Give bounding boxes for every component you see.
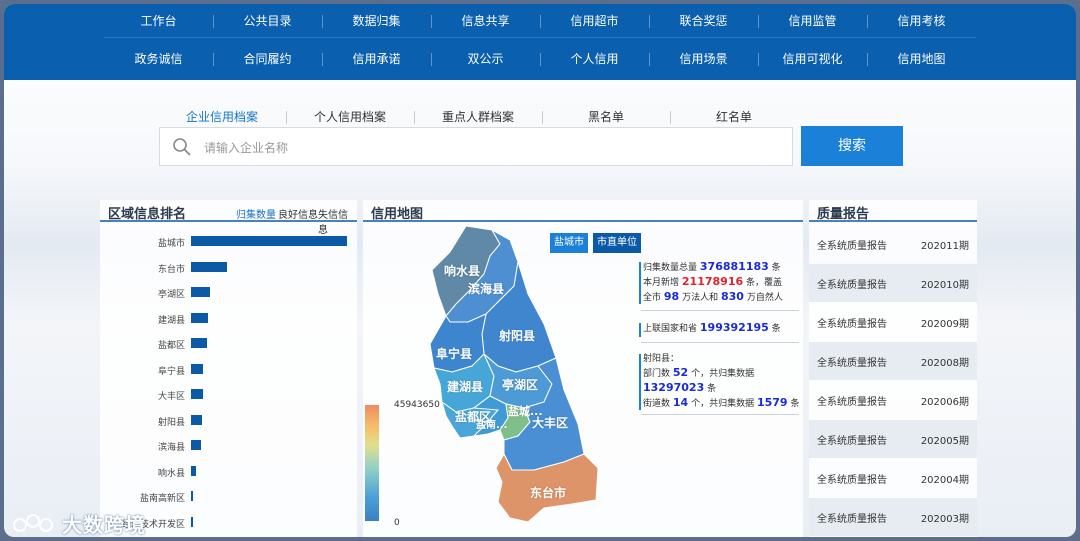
report-item[interactable]: 全系统质量报告 202005期	[809, 420, 977, 458]
legend-min-value: 0	[394, 518, 400, 528]
map-label-sheyang: 射阳县	[499, 329, 536, 343]
report-period: 202010期	[920, 280, 969, 291]
quality-report-header: 质量报告	[809, 200, 977, 222]
report-period: 202003期	[920, 514, 969, 525]
map-label-dongtai: 东台市	[530, 486, 567, 500]
legend-max-value: 45943650	[394, 400, 440, 410]
report-item[interactable]: 全系统质量报告 202011期	[809, 225, 977, 263]
report-item[interactable]: 全系统质量报告 202009期	[809, 303, 977, 341]
stats-line-2: 本月新增 21178916 条，覆盖	[643, 275, 783, 288]
report-name: 全系统质量报告	[817, 475, 887, 486]
report-period: 202008期	[920, 358, 969, 369]
report-period: 202009期	[920, 319, 969, 330]
stats-accent	[639, 262, 641, 304]
divider	[641, 342, 799, 343]
report-name: 全系统质量报告	[817, 436, 887, 447]
stats-upload: 上联国家和省 199392195 条	[639, 321, 803, 337]
quality-report-title: 质量报告	[817, 207, 870, 222]
report-item[interactable]: 全系统质量报告 202006期	[809, 381, 977, 419]
report-period: 202004期	[920, 475, 969, 486]
report-name: 全系统质量报告	[817, 397, 887, 408]
report-period: 202011期	[920, 241, 969, 252]
watermark-logo-icon	[13, 514, 53, 532]
map-label-yannan: 盐南...	[476, 420, 508, 431]
chip-yancheng-city[interactable]: 盐城市	[550, 233, 588, 253]
chip-municipal-units[interactable]: 市直单位	[593, 233, 641, 253]
report-period: 202005期	[920, 436, 969, 447]
stats-summary: 归集数量总量 376881183 条 本月新增 21178916 条，覆盖 全市…	[639, 260, 803, 305]
map-label-xiangshui: 响水县	[444, 264, 481, 278]
report-item[interactable]: 全系统质量报告 202003期	[809, 498, 977, 536]
map-label-binhai: 滨海县	[468, 282, 505, 296]
report-name: 全系统质量报告	[817, 280, 887, 291]
report-item[interactable]: 全系统质量报告 202008期	[809, 342, 977, 380]
report-name: 全系统质量报告	[817, 358, 887, 369]
quality-report-panel: 质量报告 全系统质量报告 202011期 全系统质量报告 202010期 全系统质量报告…	[809, 200, 977, 537]
stats-line-1: 归集数量总量 376881183 条	[643, 260, 781, 273]
map-label-dafeng: 大丰区	[532, 416, 569, 430]
map-color-legend	[365, 405, 379, 521]
report-item[interactable]: 全系统质量报告 202010期	[809, 264, 977, 302]
map-label-tinghu: 亭湖区	[502, 378, 539, 392]
stats-accent	[639, 354, 641, 410]
divider	[641, 414, 799, 415]
stats-line-3: 全市 98 万法人和 830 万自然人	[643, 290, 783, 303]
report-name: 全系统质量报告	[817, 241, 887, 252]
stats-county-detail: 射阳县： 部门数 52 个，共归集数据 13297023 条 街道数 14 个，…	[639, 352, 803, 411]
report-name: 全系统质量报告	[817, 514, 887, 525]
report-name: 全系统质量报告	[817, 319, 887, 330]
watermark-text: 大数跨境	[62, 513, 146, 537]
report-item[interactable]: 全系统质量报告 202004期	[809, 459, 977, 497]
stats-accent	[639, 323, 641, 337]
map-label-jianhu: 建湖县	[447, 380, 484, 394]
report-period: 202006期	[920, 397, 969, 408]
app-window: 工作台 公共目录 数据归集 信息共享 信用超市 联合奖惩 信用监管 信用考核 政…	[4, 4, 1076, 537]
map-label-funing: 阜宁县	[436, 347, 473, 361]
divider	[641, 310, 799, 311]
